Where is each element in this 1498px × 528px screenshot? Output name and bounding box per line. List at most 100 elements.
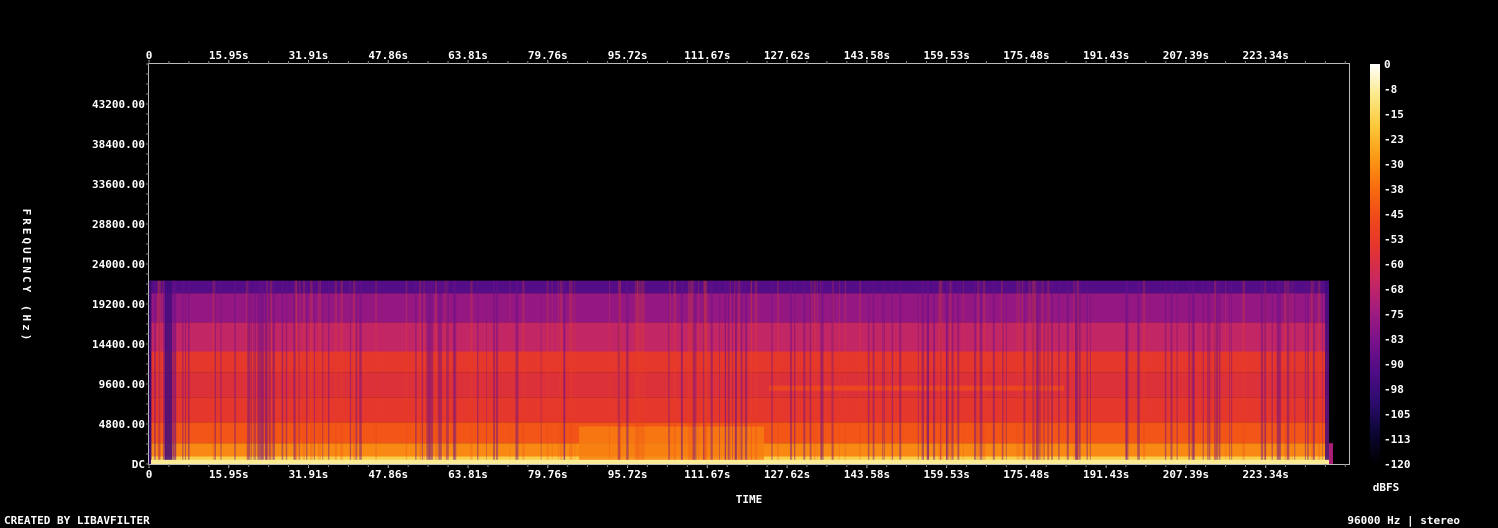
transient-streak — [917, 280, 919, 464]
transient-streak — [1036, 280, 1038, 464]
transient-streak — [444, 280, 446, 464]
transient-streak — [182, 280, 184, 464]
y-tick-label: 43200.00 — [92, 98, 145, 111]
x-tick-label-bottom: 31.91s — [289, 468, 329, 481]
transient-streak — [820, 280, 822, 464]
x-tick-label-bottom: 47.86s — [368, 468, 408, 481]
transient-streak — [669, 280, 670, 464]
transient-streak — [375, 280, 377, 464]
transient-streak — [306, 280, 308, 464]
transient-streak — [163, 280, 165, 464]
transient-streak — [426, 280, 429, 464]
spectrogram-figure: 0 15.95s 31.91s 47.86s 63.81s 79.76s 95.72s 111… — [4, 49, 1460, 527]
colorbar-label: dBFS — [1373, 481, 1400, 494]
transient-streak — [265, 280, 268, 464]
transient-streak — [437, 280, 439, 464]
transient-streak — [563, 280, 565, 464]
transient-streak — [626, 280, 629, 464]
transient-streak — [171, 280, 175, 464]
transient-streak — [1137, 280, 1140, 464]
transient-streak — [1023, 280, 1026, 464]
y-tick-label: 9600.00 — [99, 378, 145, 391]
transient-streak — [1225, 280, 1227, 464]
transient-streak — [1089, 280, 1091, 464]
transient-streak — [710, 280, 713, 464]
transient-streak — [1286, 280, 1290, 464]
transient-streak — [1213, 280, 1217, 464]
transient-streak — [740, 280, 743, 464]
colorbar-tick-label: -98 — [1384, 383, 1404, 396]
transient-streak — [729, 280, 731, 464]
transient-streak — [951, 280, 954, 464]
transient-streak — [1021, 280, 1024, 464]
transient-streak — [1188, 280, 1191, 464]
y-axis-label: FREQUENCY (Hz) — [20, 209, 33, 344]
transient-streak — [899, 280, 902, 464]
silence-gap — [1325, 280, 1329, 464]
silence-gap — [149, 280, 152, 464]
colorbar-tick-label: -90 — [1384, 358, 1404, 371]
transient-streak — [446, 280, 448, 464]
transient-streak — [1016, 280, 1018, 464]
transient-streak — [949, 280, 952, 464]
x-tick-label-bottom: 111.67s — [684, 468, 730, 481]
transient-streak — [1066, 280, 1069, 464]
transient-streak — [1244, 280, 1245, 464]
transient-streak — [638, 280, 641, 464]
transient-streak — [1304, 280, 1307, 464]
transient-streak — [515, 280, 517, 464]
transient-streak — [1005, 280, 1007, 464]
transient-streak — [1207, 280, 1209, 464]
transient-streak — [695, 280, 697, 464]
transient-streak — [1277, 280, 1280, 464]
transient-streak — [1218, 280, 1221, 464]
transient-streak — [1018, 280, 1020, 464]
colorbar-tick-label: -38 — [1384, 183, 1404, 196]
transient-streak — [571, 280, 573, 464]
transient-streak — [735, 280, 738, 464]
transient-streak — [979, 280, 983, 464]
transient-streak — [957, 280, 960, 464]
transient-streak — [731, 280, 733, 464]
transient-streak — [1058, 280, 1060, 464]
transient-streak — [557, 280, 559, 464]
transient-streak — [1208, 280, 1211, 464]
transient-streak — [1073, 280, 1075, 464]
transient-streak — [158, 280, 160, 464]
y-tick-label: DC — [132, 458, 145, 471]
y-axis: DC 4800.00 9600.00 14400.00 19200.00 24000.00… — [92, 63, 149, 471]
transient-streak — [559, 280, 563, 464]
transient-streak — [294, 280, 296, 464]
transient-streak — [352, 280, 356, 464]
transient-streak — [727, 280, 730, 464]
transient-streak — [983, 280, 986, 464]
colorbar: 0 -8 -15 -23 -30 -38 -45 -53 -60 -68 -75 -83 -90 -98 -… — [1370, 58, 1411, 494]
transient-streak — [327, 280, 330, 464]
x-axis-label: TIME — [736, 493, 763, 506]
colorbar-tick-label: -105 — [1384, 408, 1411, 421]
transient-streak — [441, 280, 442, 464]
transient-streak — [681, 280, 683, 464]
transient-streak — [298, 280, 300, 464]
transient-streak — [1039, 280, 1041, 464]
colorbar-tick-label: -8 — [1384, 83, 1397, 96]
transient-streak — [214, 280, 216, 464]
transient-streak — [349, 280, 352, 464]
transient-streak — [1047, 280, 1050, 464]
x-tick-label-bottom: 95.72s — [608, 468, 648, 481]
transient-streak — [470, 280, 473, 464]
y-tick-label: 14400.00 — [92, 338, 145, 351]
transient-streak — [1043, 280, 1045, 464]
colorbar-tick-label: -23 — [1384, 133, 1404, 146]
transient-streak — [262, 280, 265, 464]
transient-streak — [1142, 280, 1146, 464]
transient-streak — [927, 280, 929, 464]
transient-streak — [1215, 280, 1218, 464]
transient-streak — [945, 280, 949, 464]
transient-streak — [1265, 280, 1267, 464]
transient-streak — [670, 280, 671, 464]
transient-streak — [253, 280, 255, 464]
transient-streak — [962, 280, 964, 464]
transient-streak — [619, 280, 621, 464]
transient-streak — [1229, 280, 1231, 464]
